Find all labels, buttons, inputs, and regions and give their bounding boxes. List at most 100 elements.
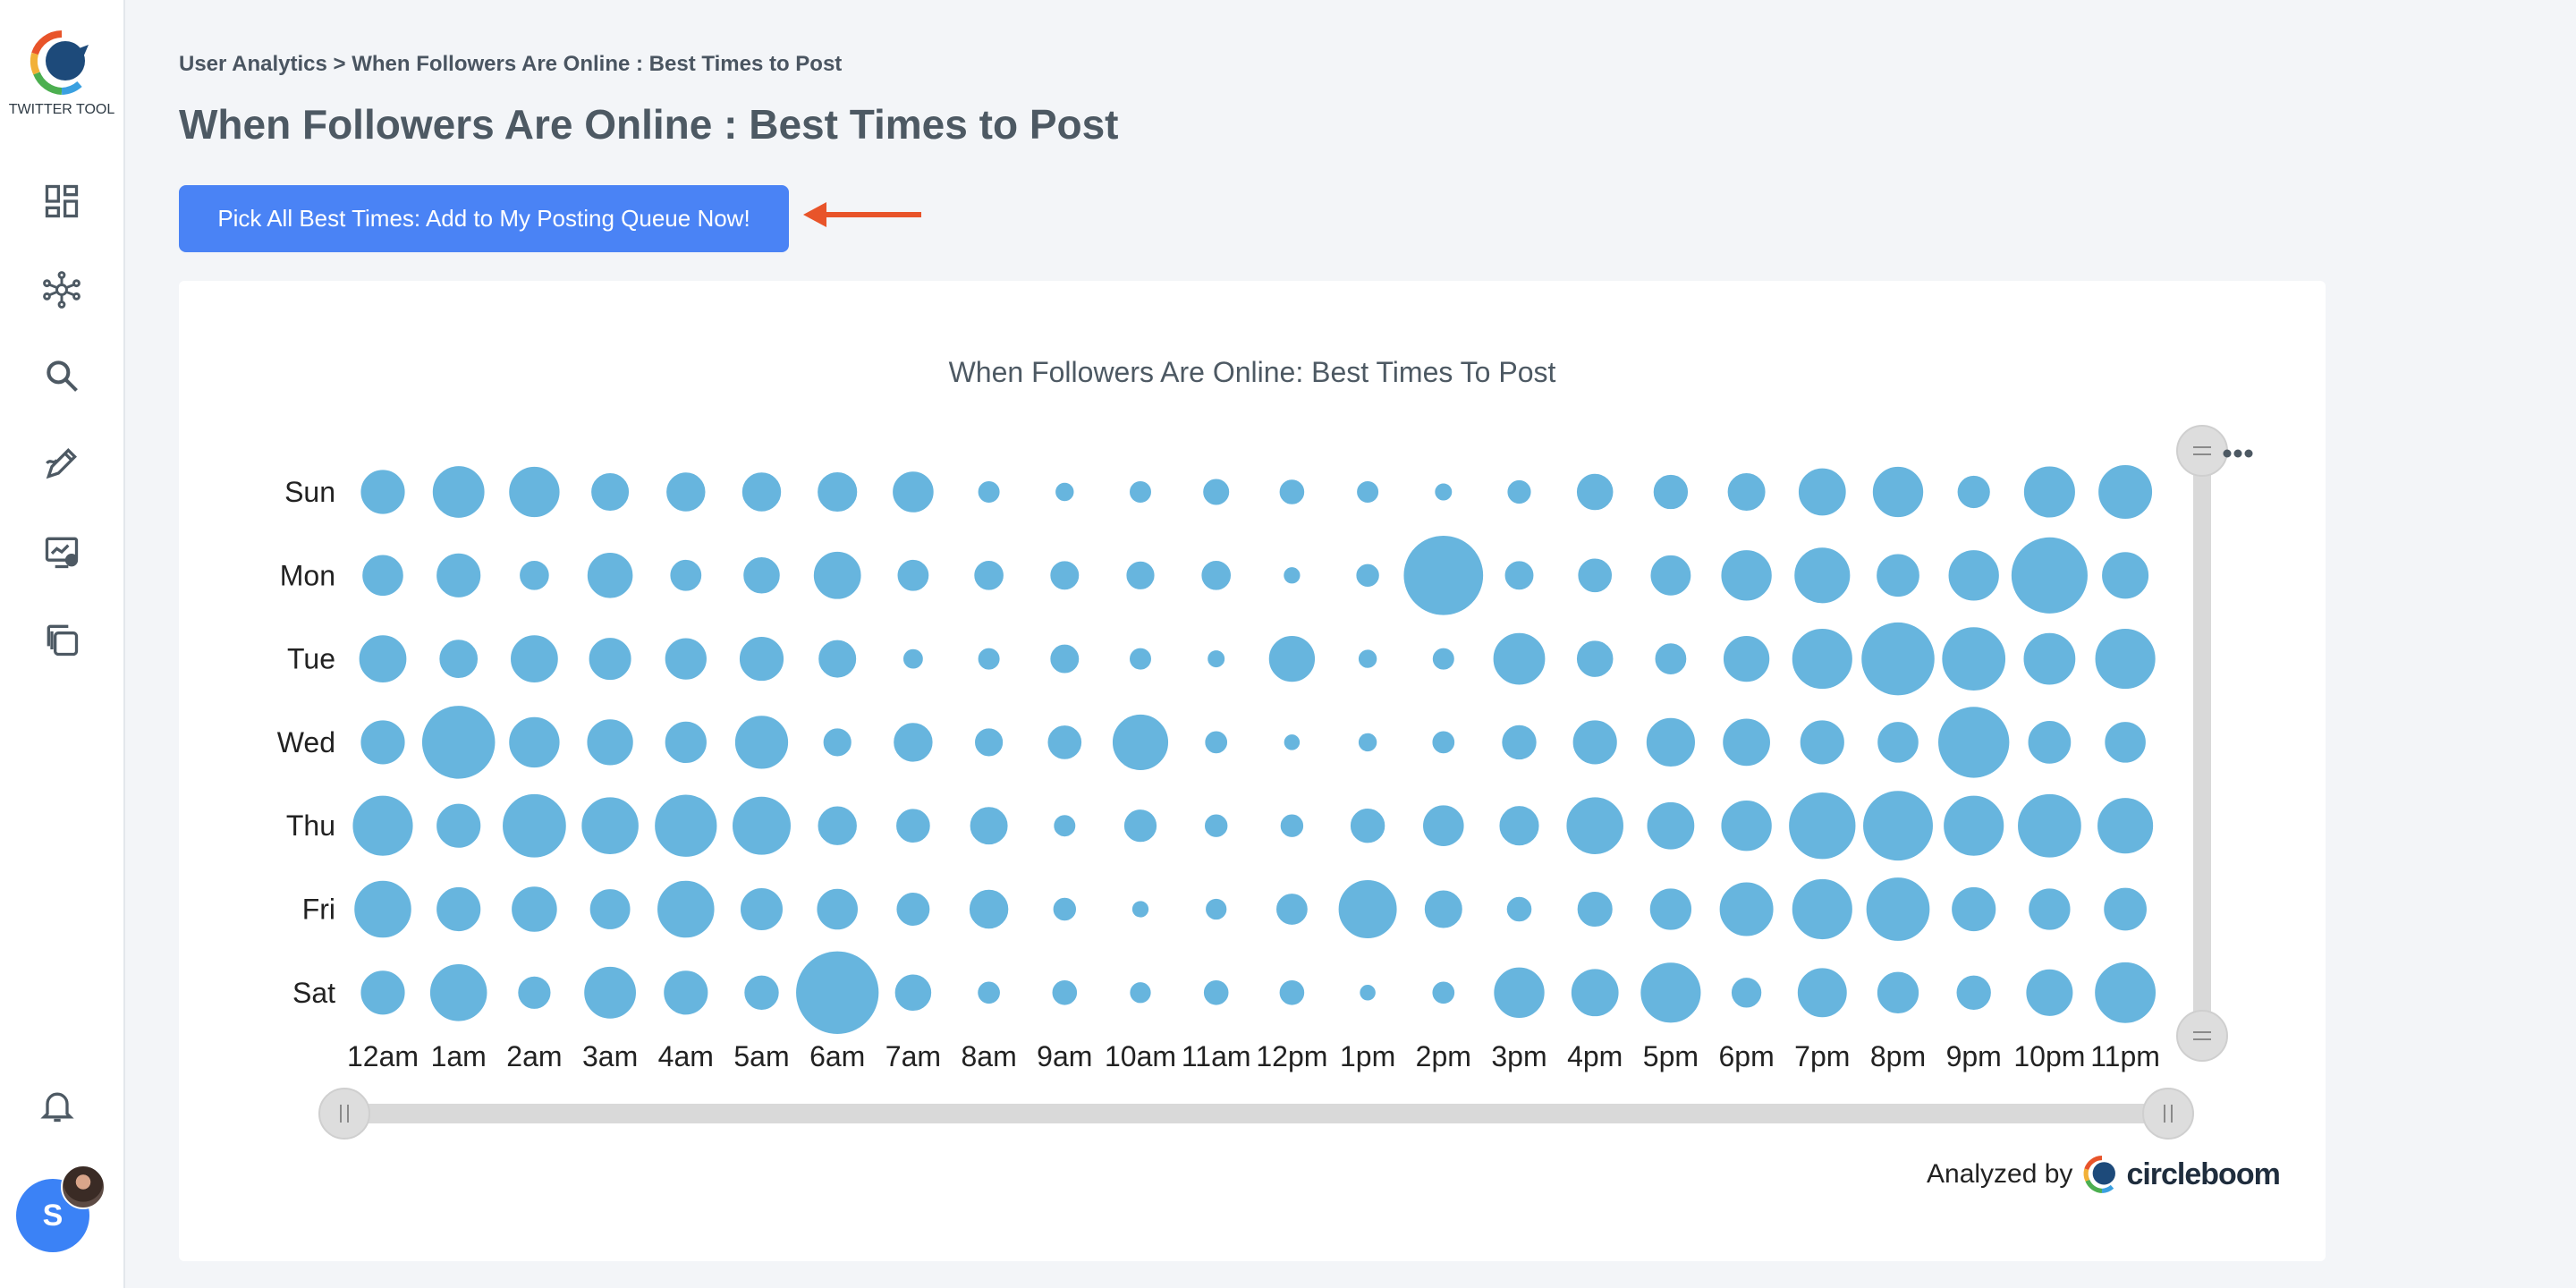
bubble-point[interactable] bbox=[1645, 800, 1697, 852]
bubble-point[interactable] bbox=[1421, 803, 1466, 848]
bubble-point[interactable] bbox=[360, 553, 405, 598]
bubble-point[interactable] bbox=[1564, 795, 1625, 856]
bubble-point[interactable] bbox=[821, 726, 853, 758]
bubble-point[interactable] bbox=[507, 715, 562, 770]
bubble-point[interactable] bbox=[1052, 813, 1078, 839]
bubble-point[interactable] bbox=[1124, 559, 1157, 591]
bubble-point[interactable] bbox=[2024, 967, 2075, 1018]
bubble-point[interactable] bbox=[1046, 724, 1084, 761]
bubble-point[interactable] bbox=[1574, 471, 1615, 513]
bubble-point[interactable] bbox=[816, 804, 859, 847]
bubble-point[interactable] bbox=[1048, 559, 1081, 592]
bubble-point[interactable] bbox=[1201, 477, 1232, 507]
bubble-point[interactable] bbox=[1504, 894, 1534, 924]
bubble-point[interactable] bbox=[1201, 979, 1231, 1007]
bubble-point[interactable] bbox=[973, 726, 1005, 758]
bubble-point[interactable] bbox=[1206, 648, 1227, 670]
bubble-point[interactable] bbox=[516, 974, 553, 1011]
bubble-point[interactable] bbox=[1639, 961, 1703, 1025]
bubble-point[interactable] bbox=[1569, 967, 1621, 1019]
vertical-slider-handle-bottom[interactable] bbox=[2176, 1010, 2228, 1062]
bubble-point[interactable] bbox=[1497, 804, 1541, 848]
bubble-point[interactable] bbox=[437, 638, 480, 680]
bubble-point[interactable] bbox=[1128, 980, 1153, 1005]
bubble-point[interactable] bbox=[740, 470, 784, 513]
bubble-point[interactable] bbox=[891, 470, 936, 514]
bubble-point[interactable] bbox=[1653, 641, 1689, 676]
nav-search[interactable] bbox=[35, 349, 89, 402]
bubble-point[interactable] bbox=[1936, 705, 2012, 780]
bubble-point[interactable] bbox=[2100, 550, 2151, 601]
bubble-point[interactable] bbox=[2102, 886, 2148, 933]
bubble-point[interactable] bbox=[501, 792, 568, 860]
bubble-point[interactable] bbox=[665, 470, 708, 513]
bubble-point[interactable] bbox=[1356, 648, 1379, 670]
bubble-point[interactable] bbox=[1130, 899, 1151, 919]
bubble-point[interactable] bbox=[2009, 535, 2089, 615]
bubble-point[interactable] bbox=[1571, 718, 1619, 767]
bubble-point[interactable] bbox=[1054, 480, 1076, 504]
bubble-point[interactable] bbox=[1402, 533, 1486, 617]
bubble-point[interactable] bbox=[1356, 731, 1379, 754]
bubble-point[interactable] bbox=[435, 551, 483, 599]
bubble-point[interactable] bbox=[894, 891, 932, 928]
bubble-point[interactable] bbox=[1430, 646, 1456, 672]
bubble-point[interactable] bbox=[1491, 631, 1547, 687]
bubble-point[interactable] bbox=[733, 714, 791, 771]
bubble-point[interactable] bbox=[359, 969, 407, 1017]
horizontal-slider-handle-right[interactable] bbox=[2142, 1088, 2194, 1140]
bubble-point[interactable] bbox=[1500, 723, 1538, 762]
bubble-point[interactable] bbox=[1721, 716, 1772, 768]
bubble-point[interactable] bbox=[892, 721, 935, 764]
bubble-point[interactable] bbox=[1128, 479, 1153, 504]
nav-analytics[interactable] bbox=[35, 525, 89, 579]
bubble-point[interactable] bbox=[2103, 720, 2148, 765]
bubble-point[interactable] bbox=[359, 718, 407, 767]
bubble-point[interactable] bbox=[1267, 633, 1318, 684]
bubble-point[interactable] bbox=[585, 717, 635, 767]
bubble-point[interactable] bbox=[1492, 965, 1546, 1020]
bubble-point[interactable] bbox=[1202, 812, 1230, 839]
bubble-point[interactable] bbox=[976, 646, 1002, 672]
bubble-point[interactable] bbox=[1946, 548, 2001, 603]
bubble-point[interactable] bbox=[1203, 729, 1230, 756]
bubble-point[interactable] bbox=[430, 464, 487, 520]
bubble-point[interactable] bbox=[816, 470, 860, 514]
bubble-point[interactable] bbox=[1860, 620, 1936, 698]
bubble-point[interactable] bbox=[895, 557, 931, 593]
bubble-point[interactable] bbox=[1048, 642, 1081, 675]
bubble-point[interactable] bbox=[976, 979, 1002, 1006]
nav-compose[interactable] bbox=[35, 436, 89, 490]
bubble-point[interactable] bbox=[1574, 639, 1615, 679]
bubble-point[interactable] bbox=[1355, 479, 1381, 504]
bubble-point[interactable] bbox=[435, 801, 483, 850]
bubble-point[interactable] bbox=[1644, 716, 1697, 768]
bubble-point[interactable] bbox=[510, 885, 559, 934]
bubble-point[interactable] bbox=[1277, 478, 1307, 506]
bubble-point[interactable] bbox=[2026, 719, 2073, 766]
bubble-point[interactable] bbox=[428, 962, 489, 1023]
bubble-point[interactable] bbox=[1430, 979, 1457, 1006]
bubble-point[interactable] bbox=[1282, 565, 1302, 586]
bubble-point[interactable] bbox=[1798, 718, 1846, 767]
bubble-point[interactable] bbox=[352, 878, 413, 940]
bubble-point[interactable] bbox=[1051, 895, 1079, 923]
bubble-point[interactable] bbox=[737, 635, 786, 683]
bubble-point[interactable] bbox=[1796, 466, 1848, 518]
bubble-point[interactable] bbox=[351, 793, 415, 858]
more-options-icon[interactable] bbox=[2223, 449, 2253, 458]
nav-copy[interactable] bbox=[35, 613, 89, 666]
bubble-point[interactable] bbox=[817, 638, 859, 680]
bubble-point[interactable] bbox=[1358, 983, 1377, 1003]
bubble-chart[interactable]: When Followers Are Online: Best Times To… bbox=[179, 281, 2326, 1261]
add-to-queue-button[interactable]: Pick All Best Times: Add to My Posting Q… bbox=[179, 185, 789, 252]
bubble-point[interactable] bbox=[588, 887, 632, 931]
bubble-point[interactable] bbox=[1955, 473, 1992, 511]
bubble-point[interactable] bbox=[968, 805, 1010, 847]
bubble-point[interactable] bbox=[518, 558, 551, 592]
bubble-point[interactable] bbox=[653, 792, 719, 859]
bubble-point[interactable] bbox=[1864, 876, 1932, 943]
bubble-point[interactable] bbox=[1430, 729, 1457, 756]
bubble-point[interactable] bbox=[1792, 546, 1852, 606]
bubble-point[interactable] bbox=[1719, 799, 1774, 853]
